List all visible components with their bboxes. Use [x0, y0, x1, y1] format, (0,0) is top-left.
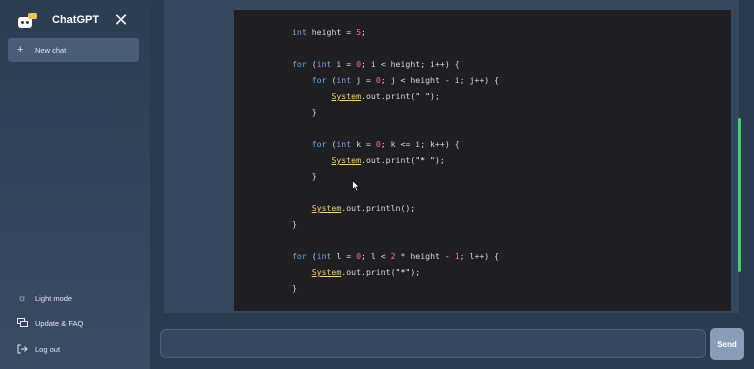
log-out-button[interactable]: Log out [16, 341, 60, 357]
new-chat-label: New chat [35, 45, 67, 55]
brand: ChatGPT [17, 10, 99, 32]
code-line: } [292, 283, 297, 293]
code-line: System.out.print("*"); [311, 267, 421, 277]
update-faq-label: Update & FAQ [35, 318, 84, 328]
chat-panel: int height = 5; for (int i = 0; i < heig… [164, 0, 739, 313]
close-icon[interactable]: ✕ [113, 10, 129, 30]
main-area: int height = 5; for (int i = 0; i < heig… [150, 0, 754, 369]
scrollbar-thumb[interactable] [738, 118, 741, 272]
code-content: int height = 5; for (int i = 0; i < heig… [292, 24, 499, 296]
code-line: System.out.print(" "); [331, 91, 440, 101]
chat-bubbles-icon [16, 317, 28, 329]
sidebar: ChatGPT ✕ + New chat ☼ Light mode Update… [0, 0, 150, 369]
light-mode-button[interactable]: ☼ Light mode [16, 290, 72, 306]
code-block: int height = 5; for (int i = 0; i < heig… [234, 10, 731, 311]
scrollbar[interactable] [738, 118, 741, 272]
code-line: for (int i = 0; i < height; i++) { [292, 59, 460, 69]
code-line: for (int l = 0; l < 2 * height - 1; l++)… [292, 251, 500, 261]
logout-icon [16, 343, 28, 355]
update-faq-button[interactable]: Update & FAQ [16, 315, 83, 331]
code-line: for (int k = 0; k <= i; k++) { [311, 139, 460, 149]
new-chat-button[interactable]: + New chat [8, 38, 139, 62]
light-mode-label: Light mode [35, 293, 73, 303]
plus-icon: + [17, 44, 24, 56]
code-line: int height = 5; [292, 27, 366, 37]
code-line: System.out.print("* "); [331, 155, 445, 165]
log-out-label: Log out [35, 344, 61, 354]
code-line: } [292, 219, 297, 229]
sun-icon: ☼ [17, 292, 27, 304]
message-input[interactable] [160, 329, 706, 358]
send-button[interactable]: Send [710, 328, 744, 360]
code-line: for (int j = 0; j < height - i; j++) { [311, 75, 500, 85]
app-title: ChatGPT [52, 14, 100, 26]
code-line: } [292, 107, 317, 117]
app-logo-icon [17, 13, 37, 29]
code-line: System.out.println(); [311, 203, 416, 213]
mouse-cursor-icon [352, 180, 360, 192]
code-line: } [292, 171, 317, 181]
